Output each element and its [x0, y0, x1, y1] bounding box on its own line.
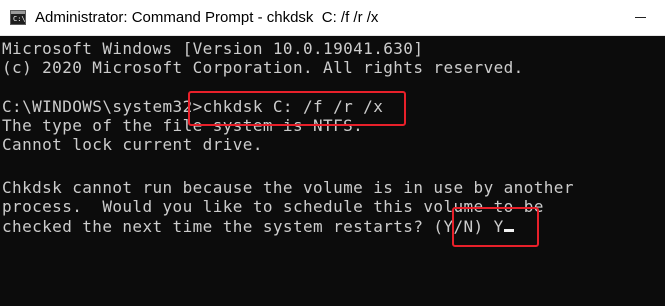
command-highlight-box — [188, 91, 406, 126]
command-prompt-window: C:\ Administrator: Command Prompt - chkd… — [0, 0, 665, 306]
console-line-prompt: checked the next time the system restart… — [2, 217, 514, 236]
window-title: Administrator: Command Prompt - chkdsk C… — [35, 9, 379, 26]
console-line: Chkdsk cannot run because the volume is … — [2, 178, 574, 197]
console-line: Microsoft Windows [Version 10.0.19041.63… — [2, 39, 424, 58]
console-output[interactable]: Microsoft Windows [Version 10.0.19041.63… — [0, 36, 665, 306]
title-bar[interactable]: C:\ Administrator: Command Prompt - chkd… — [0, 0, 665, 36]
console-line: Cannot lock current drive. — [2, 135, 263, 154]
console-line: (c) 2020 Microsoft Corporation. All righ… — [2, 58, 524, 77]
cmd-icon-glyph: C:\ — [13, 15, 26, 23]
answer-highlight-box — [452, 207, 539, 247]
console-line-prompt-text: checked the next time the system restart… — [2, 217, 504, 236]
minimize-icon — [635, 17, 646, 18]
cmd-icon[interactable]: C:\ — [10, 10, 26, 25]
minimize-button[interactable] — [620, 0, 665, 34]
